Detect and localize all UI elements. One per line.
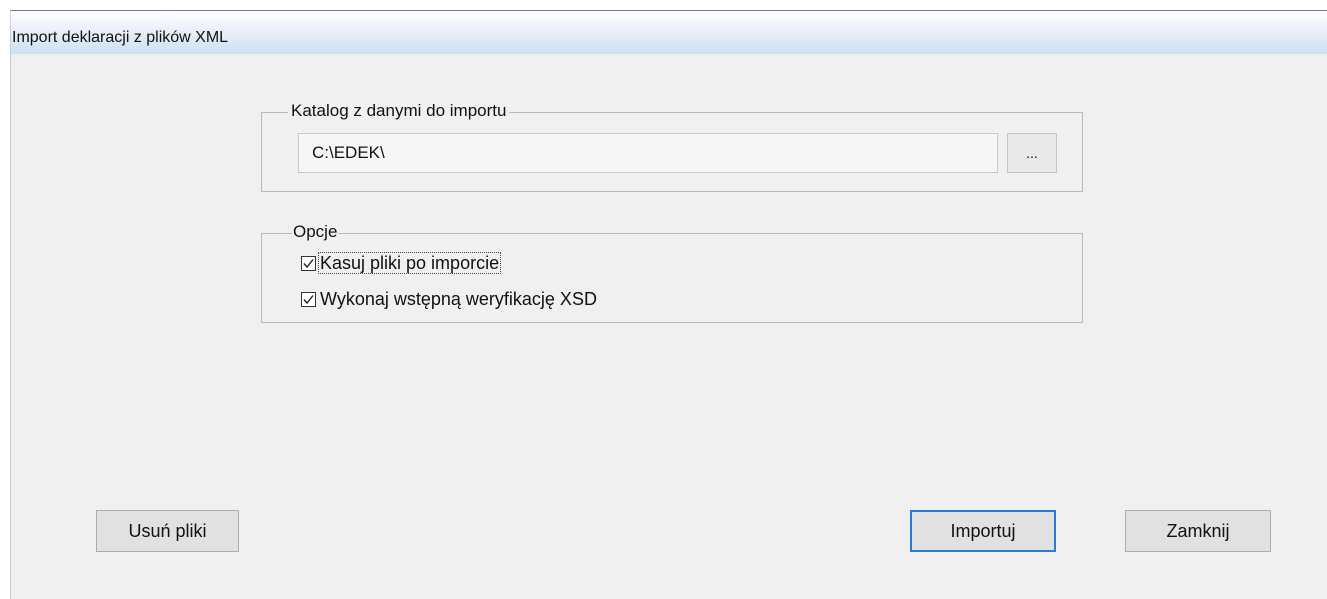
directory-path-input[interactable]: C:\EDEK\ [298,133,998,173]
checkmark-icon [303,294,314,304]
xsd-verification-checkbox[interactable] [301,291,316,307]
delete-after-import-option[interactable]: Kasuj pliki po imporcie [301,251,502,275]
browse-button[interactable]: ... [1007,133,1057,173]
import-dialog: Import deklaracji z plików XML Katalog z… [10,10,1327,599]
options-group-label: Opcje [292,222,339,242]
options-groupbox: Opcje Kasuj pliki po imporcie Wykonaj ws… [261,222,1083,323]
close-button[interactable]: Zamknij [1125,510,1271,552]
directory-groupbox: Katalog z danymi do importu C:\EDEK\ ... [261,101,1083,192]
window-title: Import deklaracji z plików XML [12,29,229,46]
xsd-verification-label: Wykonaj wstępną weryfikację XSD [320,289,597,309]
xsd-verification-option[interactable]: Wykonaj wstępną weryfikację XSD [301,287,598,311]
title-bar: Import deklaracji z plików XML [11,11,1327,54]
checkmark-icon [303,258,314,268]
directory-group-label: Katalog z danymi do importu [288,101,510,121]
delete-after-import-checkbox[interactable] [301,255,316,271]
delete-files-button[interactable]: Usuń pliki [96,510,239,552]
delete-after-import-label: Kasuj pliki po imporcie [317,252,502,274]
import-button[interactable]: Importuj [910,510,1056,552]
